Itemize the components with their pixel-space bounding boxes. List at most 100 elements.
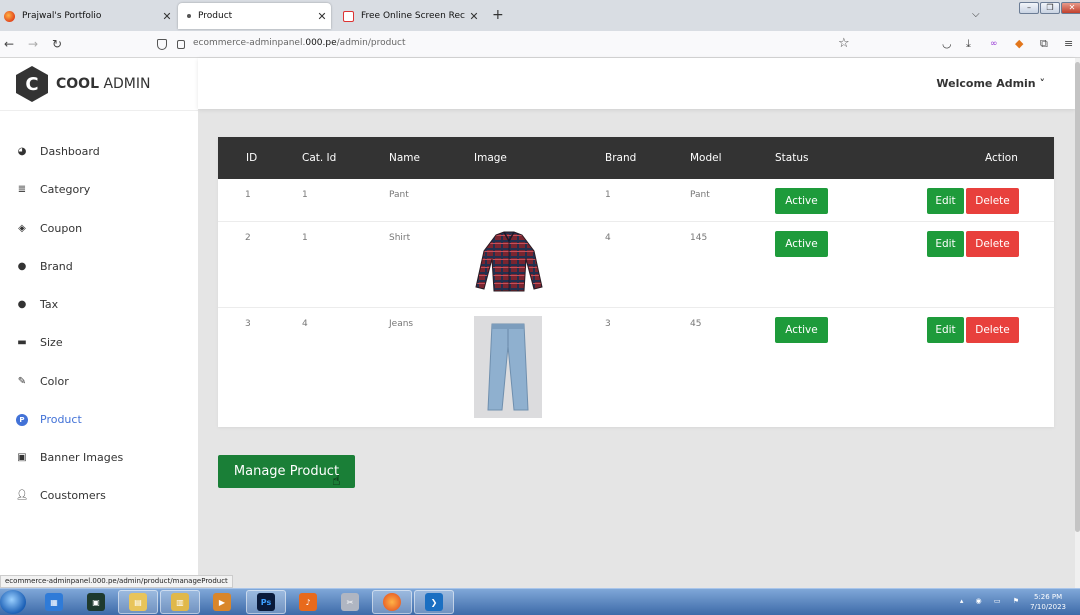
product-image-jeans: [474, 316, 542, 418]
edit-button[interactable]: Edit: [927, 188, 964, 214]
fl-studio-icon: ♪: [299, 593, 317, 611]
tab-portfolio[interactable]: Prajwal's Portfolio ✕: [0, 3, 176, 29]
taskbar-app-icon[interactable]: ✂: [330, 590, 370, 614]
taskbar-app-icon[interactable]: ▦: [34, 590, 74, 614]
download-icon[interactable]: ⤓: [966, 37, 971, 51]
system-tray-icons[interactable]: ▴ ◉ ▭ ⚑: [960, 597, 1024, 605]
delete-button[interactable]: Delete: [966, 317, 1019, 343]
cell-id: 1: [245, 190, 251, 200]
cell-model: Pant: [690, 190, 710, 200]
edit-button[interactable]: Edit: [927, 231, 964, 257]
size-icon: ▬: [17, 337, 27, 348]
sidebar-item-dashboard[interactable]: ◕ Dashboard: [16, 145, 100, 158]
logo[interactable]: C COOL ADMIN: [16, 66, 151, 102]
back-arrow-icon[interactable]: ←: [4, 37, 14, 51]
delete-button[interactable]: Delete: [966, 188, 1019, 214]
column-header-brand: Brand: [605, 152, 637, 164]
firefox-icon: [4, 10, 15, 22]
sidebar-item-label: Coupon: [40, 222, 83, 235]
sidebar-item-product[interactable]: P Product: [16, 413, 82, 426]
reload-icon[interactable]: ↻: [52, 37, 62, 51]
column-header-status: Status: [775, 152, 809, 164]
window-controls: – ❐ ✕: [1019, 2, 1080, 14]
hamburger-menu-icon[interactable]: ≡: [1064, 37, 1073, 50]
taskbar-app-icon[interactable]: ▥: [160, 590, 200, 614]
taskbar-app-icon[interactable]: [372, 590, 412, 614]
list-icon: ≣: [17, 184, 27, 195]
column-header-image: Image: [474, 152, 507, 164]
taskbar-app-icon[interactable]: ▶: [202, 590, 242, 614]
sidebar-item-label: Size: [40, 336, 63, 349]
close-tab-icon[interactable]: ✕: [158, 10, 176, 23]
photoshop-icon: Ps: [257, 593, 275, 611]
status-active-button[interactable]: Active: [775, 231, 828, 257]
sidebar-item-tax[interactable]: ● Tax: [16, 298, 59, 311]
status-active-button[interactable]: Active: [775, 188, 828, 214]
tab-screen-recorder[interactable]: Free Online Screen Recorder & ✕: [333, 3, 483, 29]
sidebar-item-brand[interactable]: ● Brand: [16, 260, 73, 273]
cell-cat-id: 4: [302, 319, 308, 329]
logo-mark: C: [16, 66, 48, 102]
hand-cursor-icon: ☝: [332, 473, 341, 489]
scrollbar-thumb[interactable]: [1075, 62, 1080, 532]
terminal-icon: ▣: [87, 593, 105, 611]
shield-icon[interactable]: [157, 39, 167, 50]
extension-icon[interactable]: ∞: [990, 39, 998, 49]
sidebar-item-label: Dashboard: [40, 145, 100, 158]
forward-arrow-icon[interactable]: →: [28, 37, 38, 51]
bookmark-star-icon[interactable]: ☆: [838, 36, 850, 51]
user-icon: 👤︎: [15, 490, 29, 501]
vscode-icon: ❯: [425, 593, 443, 611]
sidebar-item-color[interactable]: ✎ Color: [16, 375, 69, 388]
restore-icon[interactable]: ❐: [1040, 2, 1060, 14]
taskbar-app-icon[interactable]: ▤: [118, 590, 158, 614]
status-bar-url: ecommerce-adminpanel.000.pe/admin/produc…: [0, 575, 233, 588]
close-window-icon[interactable]: ✕: [1061, 2, 1080, 14]
cell-model: 45: [690, 319, 702, 329]
cell-id: 3: [245, 319, 251, 329]
sidebar-item-banner-images[interactable]: ▣ Banner Images: [16, 451, 123, 464]
dashboard-icon: ◕: [17, 146, 27, 157]
tab-product[interactable]: Product ✕: [178, 3, 331, 29]
edit-button[interactable]: Edit: [927, 317, 964, 343]
clock[interactable]: 5:26 PM 7/10/2023: [1030, 592, 1066, 612]
cell-model: 145: [690, 233, 708, 243]
sidebar-item-label: Product: [40, 413, 82, 426]
product-icon: P: [16, 413, 28, 426]
sidebar-item-label: Banner Images: [40, 451, 124, 464]
column-header-model: Model: [690, 152, 722, 164]
taskbar-app-icon[interactable]: Ps: [246, 590, 286, 614]
cell-brand: 4: [605, 233, 611, 243]
column-header-name: Name: [389, 152, 420, 164]
table-row: 3 4 Jeans 3 45 Active Edit Delete: [218, 308, 1054, 427]
taskbar-app-icon[interactable]: ♪: [288, 590, 328, 614]
sidebar-item-customers[interactable]: 👤︎ Coustomers: [16, 489, 106, 502]
taskbar-app-icon[interactable]: ❯: [414, 590, 454, 614]
metamask-icon[interactable]: ◆: [1015, 37, 1023, 50]
new-tab-icon[interactable]: +: [492, 7, 504, 23]
extensions-puzzle-icon[interactable]: ⧉: [1040, 37, 1048, 51]
status-active-button[interactable]: Active: [775, 317, 828, 343]
column-header-action: Action: [985, 152, 1018, 164]
delete-button[interactable]: Delete: [966, 231, 1019, 257]
taskbar-app-icon[interactable]: ▣: [76, 590, 116, 614]
scrollbar[interactable]: [1075, 58, 1080, 588]
sidebar-item-category[interactable]: ≣ Category: [16, 183, 90, 196]
url-bar[interactable]: ecommerce-adminpanel.000.pe/admin/produc…: [193, 38, 406, 48]
logo-text-light: ADMIN: [99, 76, 151, 92]
lock-icon[interactable]: [177, 40, 185, 49]
pocket-icon[interactable]: ◡: [942, 37, 952, 50]
sidebar-item-size[interactable]: ▬ Size: [16, 336, 63, 349]
url-path: /admin/product: [336, 38, 406, 48]
chevron-down-icon: ˅: [1039, 77, 1046, 90]
minimize-icon[interactable]: –: [1019, 2, 1039, 14]
firefox-icon: [383, 593, 401, 611]
cell-cat-id: 1: [302, 233, 308, 243]
close-tab-icon[interactable]: ✕: [465, 10, 483, 23]
close-tab-icon[interactable]: ✕: [313, 10, 331, 23]
account-dropdown[interactable]: Welcome Admin ˅: [936, 77, 1045, 90]
chevron-down-icon[interactable]: ⌵: [972, 9, 980, 20]
sidebar-item-coupon[interactable]: ◈ Coupon: [16, 222, 82, 235]
start-button-icon[interactable]: [0, 590, 26, 614]
sidebar-item-label: Category: [40, 183, 91, 196]
